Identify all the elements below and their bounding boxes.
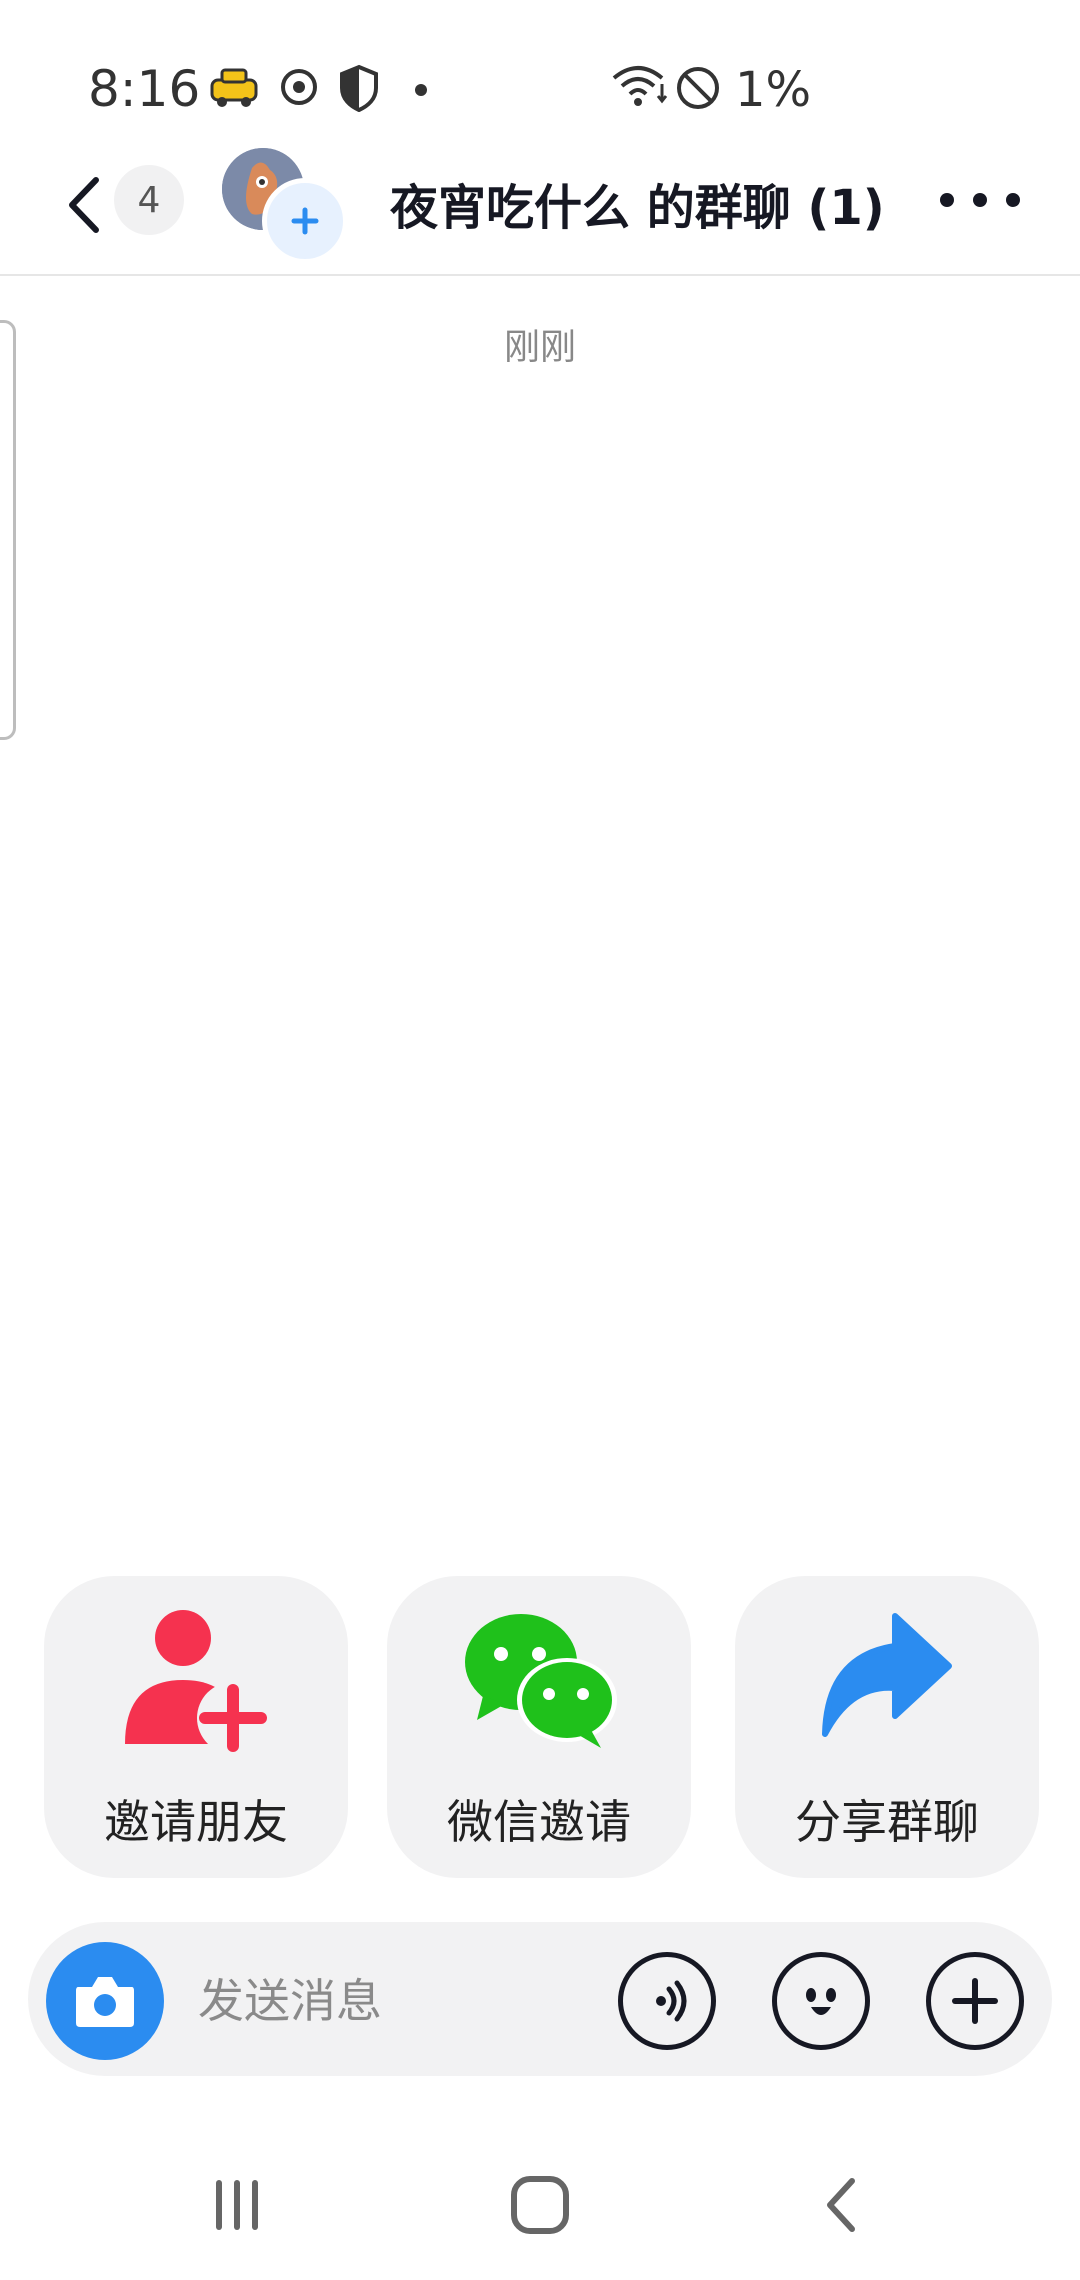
voice-wave-icon	[656, 1980, 687, 2022]
more-dot-icon	[940, 193, 954, 207]
recent-apps-icon	[216, 2180, 258, 2230]
chat-header: 4 夜宵吃什么 的群聊 (1)	[0, 148, 1080, 276]
plus-icon	[291, 207, 319, 235]
emoji-face-icon	[806, 1988, 836, 2015]
emoji-button[interactable]	[772, 1952, 870, 2050]
message-input[interactable]	[196, 1952, 620, 2050]
sync-icon	[276, 64, 322, 114]
home-button[interactable]	[500, 2170, 580, 2240]
wechat-invite-button[interactable]: 微信邀请	[387, 1576, 691, 1878]
camera-button[interactable]	[46, 1942, 164, 2060]
system-back-button[interactable]	[803, 2170, 883, 2240]
message-timestamp: 刚刚	[503, 327, 576, 368]
do-not-disturb-icon	[674, 64, 722, 116]
chat-title: 夜宵吃什么 的群聊 (1)	[390, 180, 885, 236]
home-icon	[511, 2176, 569, 2234]
invite-friends-button[interactable]: 邀请朋友	[44, 1576, 348, 1878]
wechat-invite-label: 微信邀请	[447, 1795, 631, 1849]
add-member-button[interactable]	[262, 178, 348, 264]
more-actions-button[interactable]	[926, 1952, 1024, 2050]
more-options-button[interactable]	[940, 180, 1020, 220]
shield-icon	[338, 64, 380, 116]
share-group-button[interactable]: 分享群聊	[735, 1576, 1039, 1878]
status-bar: 8:16 1%	[0, 0, 1080, 150]
dot-icon	[414, 82, 428, 101]
more-dot-icon	[1006, 193, 1020, 207]
wechat-icon	[387, 1604, 691, 1754]
side-drawer-handle[interactable]	[0, 320, 16, 740]
status-time: 8:16	[88, 60, 201, 118]
recent-apps-button[interactable]	[197, 2170, 277, 2240]
chevron-left-icon	[827, 2178, 855, 2232]
more-dot-icon	[973, 193, 987, 207]
chevron-left-icon	[69, 177, 99, 233]
camera-icon	[76, 1977, 134, 2027]
taxi-icon	[208, 64, 260, 114]
message-input-bar	[28, 1922, 1052, 2076]
invite-friends-label: 邀请朋友	[104, 1795, 288, 1849]
unread-count-badge[interactable]: 4	[114, 165, 184, 235]
share-group-label: 分享群聊	[795, 1795, 979, 1849]
share-arrow-icon	[735, 1604, 1039, 1754]
add-user-icon	[44, 1604, 348, 1754]
back-button[interactable]	[60, 170, 110, 240]
plus-icon	[952, 1978, 998, 2024]
battery-level: 1%	[735, 62, 812, 118]
voice-button[interactable]	[618, 1952, 716, 2050]
wifi-icon	[610, 64, 670, 114]
system-nav-bar	[0, 2140, 1080, 2250]
